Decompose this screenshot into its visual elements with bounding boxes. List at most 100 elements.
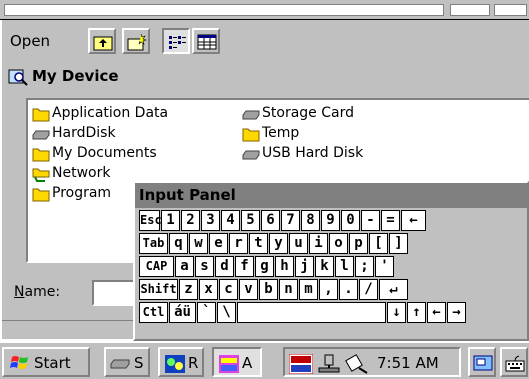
key[interactable]: ↓ bbox=[387, 302, 406, 323]
efon-vnc-icon[interactable] bbox=[289, 354, 313, 374]
name-label-text: ame: bbox=[24, 284, 61, 300]
list-item-label: Program bbox=[52, 185, 112, 201]
key[interactable]: d bbox=[215, 256, 234, 277]
key[interactable]: r bbox=[229, 233, 248, 254]
key[interactable]: f bbox=[235, 256, 254, 277]
key[interactable]: 2 bbox=[181, 210, 200, 231]
key[interactable]: 8 bbox=[301, 210, 320, 231]
background-field bbox=[494, 4, 527, 16]
key[interactable]: 9 bbox=[321, 210, 340, 231]
folder-icon bbox=[32, 108, 50, 122]
key[interactable]: v bbox=[239, 279, 258, 300]
list-view-button[interactable] bbox=[162, 28, 190, 54]
key[interactable]: 7 bbox=[281, 210, 300, 231]
key[interactable] bbox=[237, 302, 386, 323]
network-folder-icon bbox=[32, 168, 50, 182]
list-item-label: Storage Card bbox=[262, 105, 354, 121]
key[interactable]: i bbox=[309, 233, 328, 254]
key[interactable]: [ bbox=[369, 233, 388, 254]
clock[interactable]: 7:51 AM bbox=[377, 354, 439, 372]
key[interactable]: Tab bbox=[139, 233, 168, 254]
key[interactable]: ; bbox=[355, 256, 374, 277]
key[interactable]: m bbox=[299, 279, 318, 300]
key[interactable]: j bbox=[295, 256, 314, 277]
key[interactable]: Shift bbox=[139, 279, 178, 300]
key[interactable]: h bbox=[275, 256, 294, 277]
new-folder-button[interactable] bbox=[122, 28, 150, 54]
key[interactable]: . bbox=[339, 279, 358, 300]
system-tray: 7:51 AM bbox=[283, 347, 461, 377]
input-panel[interactable]: Input Panel Esc 1 2 3 4 5 6 7 8 9 0- = ← Tab q w e r t y u i o… bbox=[133, 181, 529, 341]
app-icon bbox=[165, 355, 185, 373]
key[interactable]: t bbox=[249, 233, 268, 254]
key[interactable]: ` bbox=[197, 302, 216, 323]
key[interactable]: 0 bbox=[341, 210, 360, 231]
background-window-strip bbox=[0, 0, 529, 20]
start-button[interactable]: Start bbox=[2, 347, 90, 377]
key[interactable]: c bbox=[219, 279, 238, 300]
key[interactable]: p bbox=[349, 233, 368, 254]
taskbar-button-s[interactable]: S bbox=[104, 347, 150, 377]
key[interactable]: CAP bbox=[139, 256, 174, 277]
connection-icon[interactable] bbox=[345, 354, 369, 374]
key[interactable]: áü bbox=[169, 302, 196, 323]
key[interactable]: y bbox=[269, 233, 288, 254]
details-view-icon bbox=[197, 34, 217, 50]
key[interactable]: ← bbox=[401, 210, 426, 231]
app-icon bbox=[219, 355, 239, 373]
key[interactable]: ' bbox=[375, 256, 394, 277]
background-field bbox=[4, 4, 444, 16]
key[interactable]: 1 bbox=[161, 210, 180, 231]
location-bar[interactable]: My Device bbox=[8, 66, 528, 88]
key[interactable]: 5 bbox=[241, 210, 260, 231]
key[interactable]: u bbox=[289, 233, 308, 254]
taskbar-button-r[interactable]: R bbox=[158, 347, 204, 377]
key[interactable]: / bbox=[359, 279, 378, 300]
start-label: Start bbox=[34, 354, 71, 372]
key[interactable]: ] bbox=[389, 233, 408, 254]
key[interactable]: - bbox=[361, 210, 380, 231]
details-view-button[interactable] bbox=[192, 28, 220, 54]
list-item-label: HardDisk bbox=[52, 125, 116, 141]
key[interactable]: n bbox=[279, 279, 298, 300]
key[interactable]: z bbox=[179, 279, 198, 300]
network-icon[interactable] bbox=[317, 354, 341, 374]
key[interactable]: → bbox=[447, 302, 466, 323]
folder-icon bbox=[32, 188, 50, 202]
key[interactable]: Ctl bbox=[139, 302, 168, 323]
taskbar: Start S R A 7:51 AM bbox=[0, 341, 529, 379]
location-label: My Device bbox=[32, 67, 119, 85]
desktop-button[interactable] bbox=[468, 347, 496, 377]
key[interactable]: 3 bbox=[201, 210, 220, 231]
key[interactable]: s bbox=[195, 256, 214, 277]
key[interactable]: , bbox=[319, 279, 338, 300]
key[interactable]: e bbox=[209, 233, 228, 254]
up-folder-button[interactable] bbox=[88, 28, 116, 54]
input-panel-title[interactable]: Input Panel bbox=[135, 183, 529, 208]
key[interactable]: g bbox=[255, 256, 274, 277]
key[interactable]: ↵ bbox=[379, 279, 408, 300]
key[interactable]: b bbox=[259, 279, 278, 300]
key[interactable]: \ bbox=[217, 302, 236, 323]
input-panel-button[interactable] bbox=[500, 347, 528, 377]
key[interactable]: ← bbox=[427, 302, 446, 323]
key[interactable]: ↑ bbox=[407, 302, 426, 323]
key[interactable]: o bbox=[329, 233, 348, 254]
key[interactable]: l bbox=[335, 256, 354, 277]
key[interactable]: = bbox=[381, 210, 400, 231]
key[interactable]: w bbox=[189, 233, 208, 254]
task-label: A bbox=[242, 354, 253, 372]
task-label: R bbox=[188, 354, 199, 372]
key[interactable]: a bbox=[175, 256, 194, 277]
key[interactable]: 6 bbox=[261, 210, 280, 231]
key[interactable]: k bbox=[315, 256, 334, 277]
windows-flag-icon bbox=[10, 356, 28, 369]
key[interactable]: Esc bbox=[139, 210, 162, 231]
dialog-toolbar: Open bbox=[2, 26, 529, 58]
key[interactable]: x bbox=[199, 279, 218, 300]
key[interactable]: q bbox=[169, 233, 188, 254]
keyboard-icon bbox=[505, 355, 525, 372]
task-label: S bbox=[134, 354, 144, 372]
key[interactable]: 4 bbox=[221, 210, 240, 231]
taskbar-button-a[interactable]: A bbox=[212, 347, 262, 377]
